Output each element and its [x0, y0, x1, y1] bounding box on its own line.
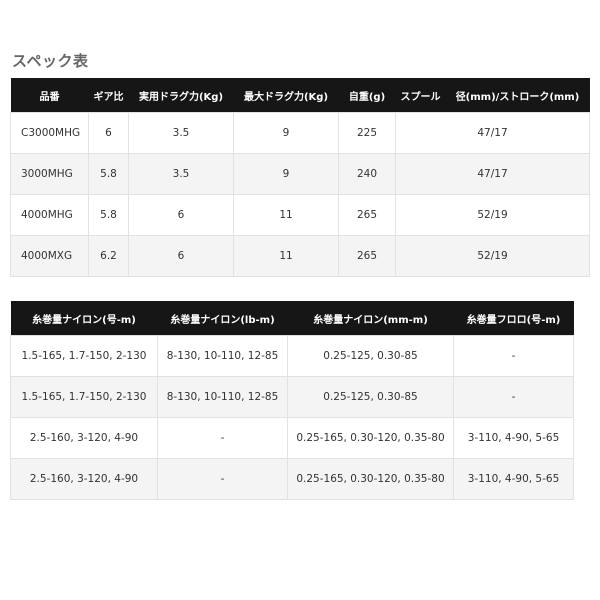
cell-gear-ratio: 6.2	[88, 235, 129, 277]
cell-fluoro-go-m: 3-110, 4-90, 5-65	[453, 417, 574, 459]
header-nylon-go-m: 糸巻量ナイロン(号-m)	[10, 301, 158, 336]
cell-nylon-go-m: 2.5-160, 3-120, 4-90	[10, 417, 158, 459]
cell-fluoro-go-m: -	[453, 376, 574, 418]
cell-model: 3000MHG	[10, 153, 89, 195]
cell-weight: 240	[338, 153, 396, 195]
header-practical-drag: 実用ドラグ力(Kg)	[128, 78, 234, 113]
cell-spool-diameter-stroke: 52/19	[395, 235, 590, 277]
header-spool: スプール	[395, 78, 446, 113]
line-capacity-table: 糸巻量ナイロン(号-m) 糸巻量ナイロン(lb-m) 糸巻量ナイロン(mm-m)…	[10, 301, 574, 500]
table-row: 4000MHG 5.8 6 11 265 52/19	[10, 194, 590, 236]
table-row: C3000MHG 6 3.5 9 225 47/17	[10, 112, 590, 154]
table-row: 2.5-160, 3-120, 4-90 - 0.25-165, 0.30-12…	[10, 417, 574, 459]
cell-spool-diameter-stroke: 52/19	[395, 194, 590, 236]
cell-model: C3000MHG	[10, 112, 89, 154]
cell-nylon-mm-m: 0.25-165, 0.30-120, 0.35-80	[287, 417, 454, 459]
cell-max-drag: 11	[233, 235, 339, 277]
cell-max-drag: 11	[233, 194, 339, 236]
cell-max-drag: 9	[233, 153, 339, 195]
cell-spool-diameter-stroke: 47/17	[395, 112, 590, 154]
table-row: 4000MXG 6.2 6 11 265 52/19	[10, 235, 590, 277]
cell-model: 4000MHG	[10, 194, 89, 236]
cell-max-drag: 9	[233, 112, 339, 154]
header-fluoro-go-m: 糸巻量フロロ(号-m)	[453, 301, 574, 336]
cell-practical-drag: 6	[128, 194, 234, 236]
cell-nylon-mm-m: 0.25-125, 0.30-85	[287, 335, 454, 377]
table-row: 1.5-165, 1.7-150, 2-130 8-130, 10-110, 1…	[10, 376, 574, 418]
spec-header-row: 品番 ギア比 実用ドラグ力(Kg) 最大ドラグ力(Kg) 自重(g) スプール …	[10, 78, 590, 113]
cell-nylon-go-m: 2.5-160, 3-120, 4-90	[10, 458, 158, 500]
cell-fluoro-go-m: 3-110, 4-90, 5-65	[453, 458, 574, 500]
cell-nylon-lb-m: 8-130, 10-110, 12-85	[157, 376, 288, 418]
header-model: 品番	[10, 78, 89, 113]
cell-nylon-mm-m: 0.25-125, 0.30-85	[287, 376, 454, 418]
header-nylon-mm-m: 糸巻量ナイロン(mm-m)	[287, 301, 454, 336]
cell-nylon-mm-m: 0.25-165, 0.30-120, 0.35-80	[287, 458, 454, 500]
cell-spool-diameter-stroke: 47/17	[395, 153, 590, 195]
cell-weight: 265	[338, 194, 396, 236]
cell-practical-drag: 6	[128, 235, 234, 277]
header-diameter-stroke: 径(mm)/ストローク(mm)	[445, 78, 590, 113]
cell-fluoro-go-m: -	[453, 335, 574, 377]
cell-nylon-lb-m: -	[157, 417, 288, 459]
cell-gear-ratio: 5.8	[88, 153, 129, 195]
cell-nylon-lb-m: 8-130, 10-110, 12-85	[157, 335, 288, 377]
line-header-row: 糸巻量ナイロン(号-m) 糸巻量ナイロン(lb-m) 糸巻量ナイロン(mm-m)…	[10, 301, 574, 336]
table-row: 2.5-160, 3-120, 4-90 - 0.25-165, 0.30-12…	[10, 458, 574, 500]
cell-weight: 225	[338, 112, 396, 154]
cell-practical-drag: 3.5	[128, 112, 234, 154]
cell-nylon-go-m: 1.5-165, 1.7-150, 2-130	[10, 376, 158, 418]
cell-practical-drag: 3.5	[128, 153, 234, 195]
cell-weight: 265	[338, 235, 396, 277]
cell-model: 4000MXG	[10, 235, 89, 277]
header-nylon-lb-m: 糸巻量ナイロン(lb-m)	[157, 301, 288, 336]
cell-nylon-lb-m: -	[157, 458, 288, 500]
header-weight: 自重(g)	[338, 78, 396, 113]
table-row: 1.5-165, 1.7-150, 2-130 8-130, 10-110, 1…	[10, 335, 574, 377]
cell-gear-ratio: 5.8	[88, 194, 129, 236]
cell-gear-ratio: 6	[88, 112, 129, 154]
table-row: 3000MHG 5.8 3.5 9 240 47/17	[10, 153, 590, 195]
section-title: スペック表	[12, 52, 89, 70]
header-max-drag: 最大ドラグ力(Kg)	[233, 78, 339, 113]
cell-nylon-go-m: 1.5-165, 1.7-150, 2-130	[10, 335, 158, 377]
spec-table: 品番 ギア比 実用ドラグ力(Kg) 最大ドラグ力(Kg) 自重(g) スプール …	[10, 78, 590, 277]
header-gear-ratio: ギア比	[88, 78, 129, 113]
